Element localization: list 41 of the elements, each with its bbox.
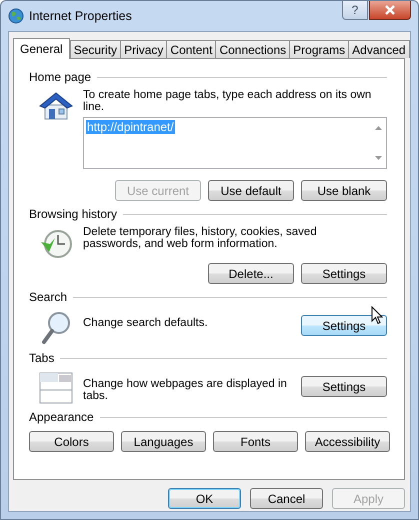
section-heading: Browsing history: [29, 207, 118, 221]
settings-button[interactable]: Languages: [121, 431, 206, 452]
mouse-pointer-icon: [371, 306, 383, 325]
tab[interactable]: Privacy: [120, 40, 168, 58]
scroll-down-icon[interactable]: [374, 156, 382, 160]
section-heading: Tabs: [29, 351, 54, 365]
description-text: To create home page tabs, type each address on its own line.: [83, 89, 372, 113]
tab[interactable]: General: [13, 38, 70, 59]
description-text: Delete temporary files, history, cookies, saved passwords, and web form information.: [83, 226, 318, 250]
tab[interactable]: Connections: [215, 40, 290, 58]
house-icon: [39, 91, 73, 121]
settings-button[interactable]: Settings: [301, 376, 387, 397]
tab[interactable]: Programs: [289, 40, 350, 58]
address-text: http://dpintranet/: [86, 120, 175, 134]
settings-button[interactable]: Settings: [301, 263, 387, 284]
settings-button[interactable]: Fonts: [213, 431, 298, 452]
help-button[interactable]: ?: [342, 1, 368, 20]
settings-button[interactable]: Use default: [208, 180, 294, 201]
close-icon[interactable]: [384, 5, 396, 15]
globe-icon: [8, 8, 24, 24]
tab[interactable]: Advanced: [348, 40, 410, 58]
tab[interactable]: Security: [70, 40, 122, 58]
tabbed-window-icon: [39, 372, 73, 404]
description-text: Change search defaults.: [83, 316, 209, 329]
section-heading: Home page: [29, 70, 92, 84]
settings-button[interactable]: Accessibility: [305, 431, 390, 452]
section-heading: Appearance: [29, 410, 94, 424]
tab[interactable]: Content: [166, 40, 216, 58]
magnifier-icon: [41, 311, 71, 345]
settings-button[interactable]: Use blank: [301, 180, 387, 201]
scroll-up-icon[interactable]: [374, 126, 382, 130]
dialog-button[interactable]: OK: [168, 488, 241, 509]
clock-icon: [39, 228, 73, 260]
dialog-button[interactable]: Cancel: [250, 488, 323, 509]
settings-button[interactable]: Settings: [301, 315, 387, 336]
close-button[interactable]: [369, 1, 411, 20]
description-text: Change how webpages are displayed in tabs.: [83, 377, 288, 402]
settings-button[interactable]: Colors: [29, 431, 114, 452]
window-title: Internet Properties: [29, 9, 132, 23]
settings-button[interactable]: Delete...: [208, 263, 294, 284]
section-heading: Search: [29, 290, 68, 304]
